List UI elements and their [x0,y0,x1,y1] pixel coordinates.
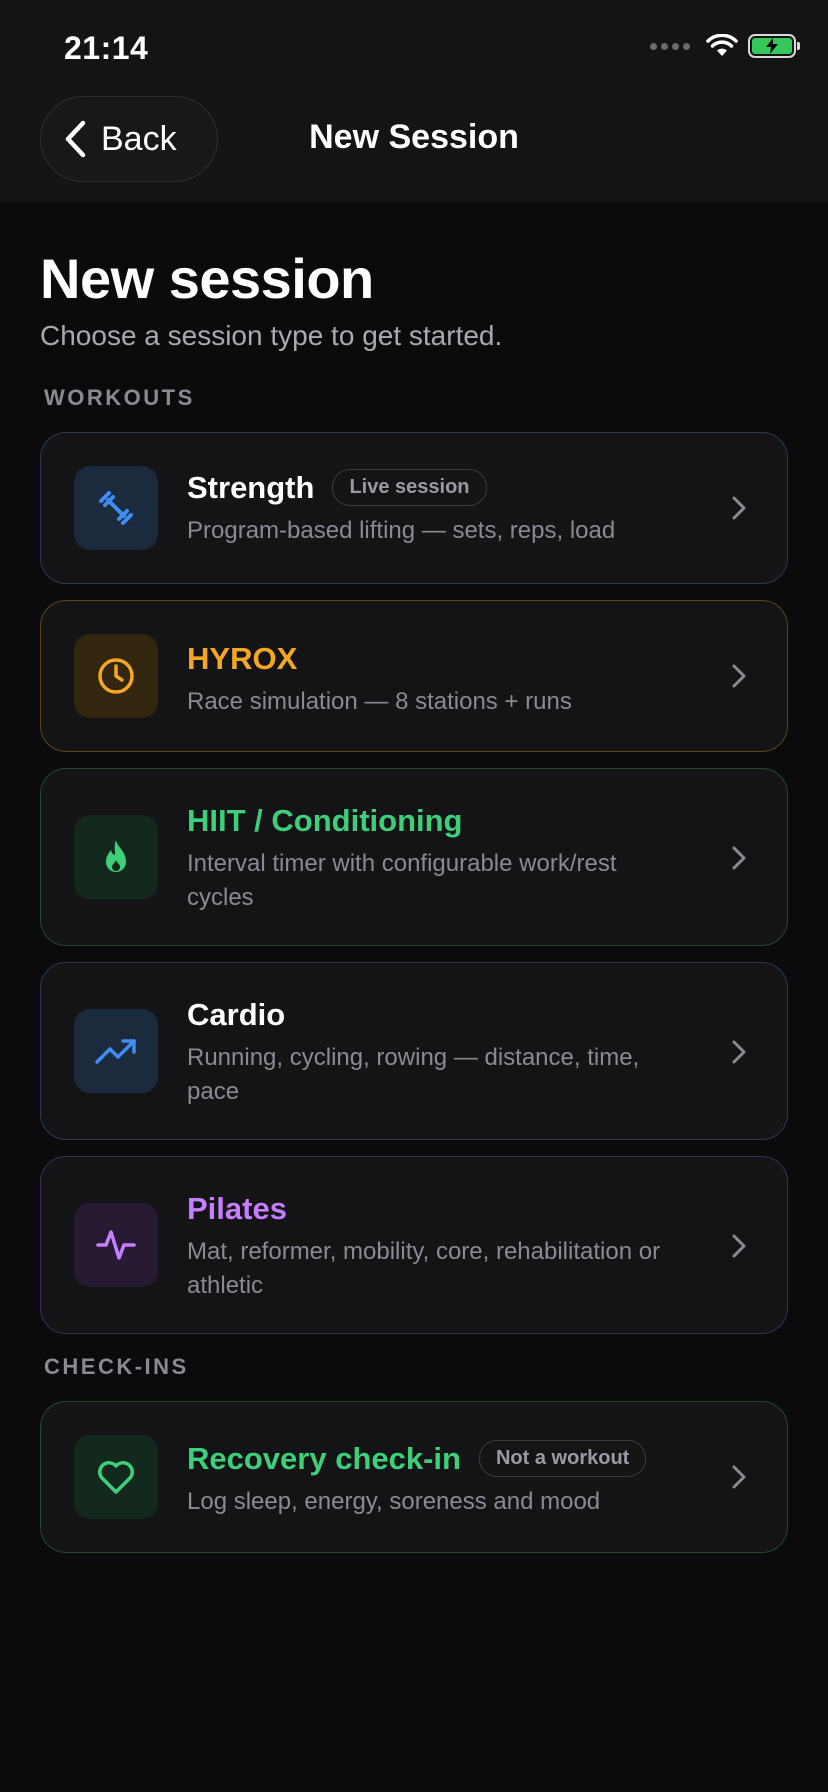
page-subtitle: Choose a session type to get started. [40,320,503,351]
status-icons [650,34,800,58]
top-bar: 21:14 Back New Session [0,0,828,203]
trending-up-icon [74,1009,158,1093]
pulse-icon [74,1203,158,1287]
cellular-signal-icon [650,42,690,50]
flame-icon [74,815,158,899]
heart-icon [74,1435,158,1519]
section-label-workouts: WORKOUTS [44,385,195,410]
card-recovery-checkin[interactable]: Recovery check-in Not a workout Log slee… [40,1401,788,1553]
chevron-right-icon [732,1234,746,1258]
card-description: Race simulation — 8 stations + runs [187,688,572,715]
chevron-right-icon [732,1465,746,1489]
card-description: Interval timer with configurable work/re… [187,850,617,911]
wifi-icon [706,34,738,56]
status-time: 21:14 [64,30,149,66]
section-label-checkins: CHECK-INS [44,1354,189,1379]
card-description: Running, cycling, rowing — distance, tim… [187,1044,640,1105]
card-title: Pilates [187,1191,287,1226]
card-description: Mat, reformer, mobility, core, rehabilit… [187,1238,661,1299]
card-title: Cardio [187,997,286,1032]
dumbbell-icon [74,466,158,550]
card-title: Recovery check-in [187,1440,461,1476]
nav-title: New Session [309,118,519,156]
card-strength[interactable]: Strength Live session Program-based lift… [40,432,788,584]
card-cardio[interactable]: Cardio Running, cycling, rowing — distan… [40,962,788,1140]
card-hiit[interactable]: HIIT / Conditioning Interval timer with … [40,768,788,946]
card-title: HYROX [187,641,298,676]
chevron-right-icon [732,846,746,870]
chevron-right-icon [732,1040,746,1064]
chevron-right-icon [732,664,746,688]
card-pilates[interactable]: Pilates Mat, reformer, mobility, core, r… [40,1156,788,1334]
chevron-right-icon [732,496,746,520]
card-title: Strength [187,469,315,505]
card-hyrox[interactable]: HYROX Race simulation — 8 stations + run… [40,600,788,752]
battery-icon [748,34,800,58]
live-session-badge: Live session [332,469,487,506]
not-a-workout-badge: Not a workout [478,1440,647,1477]
clock-icon [74,634,158,718]
page-title: New session [40,247,374,310]
card-description: Log sleep, energy, soreness and mood [187,1488,601,1515]
card-title: HIIT / Conditioning [187,803,463,838]
card-description: Program-based lifting — sets, reps, load [187,517,616,544]
